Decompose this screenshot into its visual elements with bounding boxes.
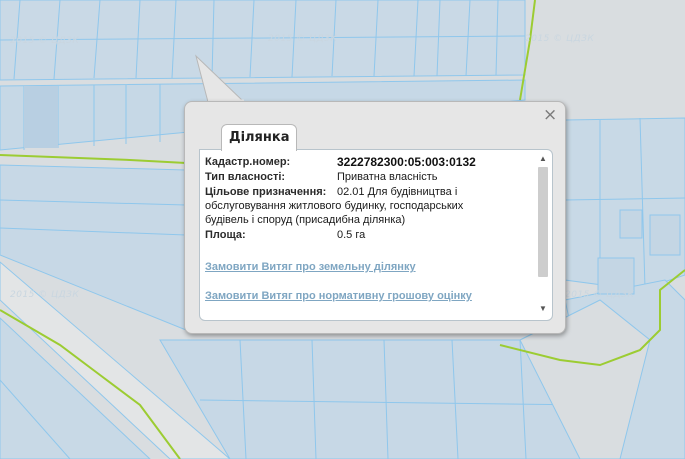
tab-parcel[interactable]: Ділянка	[221, 124, 298, 151]
order-valuation-extract-link[interactable]: Замовити Витяг про нормативну грошову оц…	[205, 290, 472, 302]
purpose-value: 02.01 Для будівництва і	[337, 186, 458, 198]
area-label: Площа:	[205, 229, 246, 241]
scroll-up-icon[interactable]: ▲	[537, 153, 549, 165]
watermark: 2015 © ЦДЗК	[10, 290, 80, 300]
area-value: 0.5 га	[337, 229, 366, 241]
watermark: 2015 © ЦДЗК	[565, 290, 635, 300]
scrollbar[interactable]: ▲ ▼	[537, 153, 549, 315]
watermark: 2015 © ЦДЗК	[10, 36, 80, 46]
parcel-info-popup: × Ділянка Кадастр.номер: 3222782300:05:0…	[184, 101, 566, 334]
purpose-label: Цільове призначення:	[205, 186, 327, 198]
cadastre-value: 3222782300:05:003:0132	[337, 155, 476, 169]
parcel-details: Кадастр.номер: 3222782300:05:003:0132 Ти…	[204, 154, 534, 314]
parcel-info-panel: Кадастр.номер: 3222782300:05:003:0132 Ти…	[199, 149, 553, 321]
popup-pointer	[195, 54, 246, 103]
order-land-extract-link[interactable]: Замовити Витяг про земельну ділянку	[205, 261, 416, 273]
purpose-value-line3: будівель і споруд (присадибна ділянка)	[205, 214, 406, 226]
close-icon[interactable]: ×	[543, 107, 557, 124]
scroll-down-icon[interactable]: ▼	[537, 303, 549, 315]
ownership-value: Приватна власність	[337, 171, 438, 183]
scrollbar-thumb[interactable]	[538, 167, 548, 277]
ownership-label: Тип власності:	[205, 171, 286, 183]
purpose-value-line2: обслуговування житлового будинку, господ…	[205, 200, 464, 212]
cadastre-label: Кадастр.номер:	[205, 156, 291, 168]
watermark: 2015 © ЦДЗК	[525, 34, 595, 44]
watermark: 2015 © ЦДЗК	[268, 34, 338, 44]
